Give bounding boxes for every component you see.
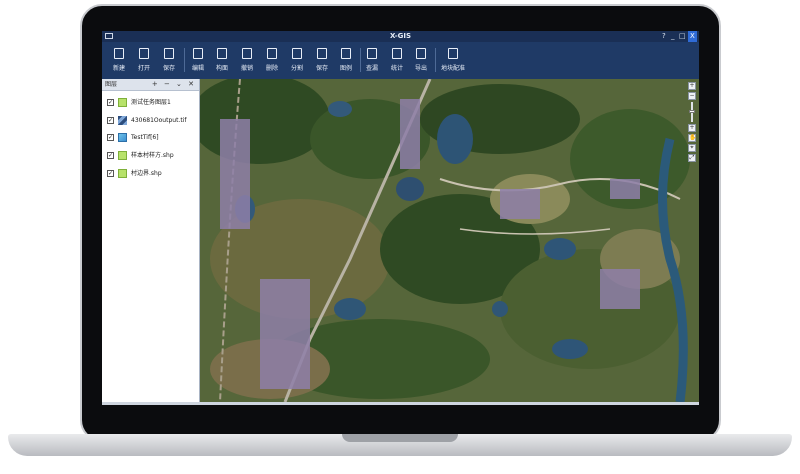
layer-panel-title: 图层 [105, 81, 118, 88]
save-edits-button[interactable]: 保存 [310, 42, 334, 78]
layer-checkbox[interactable]: ✓ [107, 152, 114, 159]
status-bar [102, 402, 699, 405]
select-tool-button[interactable]: ⌖ [688, 144, 696, 152]
zoom-in-button[interactable]: + [688, 82, 696, 90]
statistics-icon [392, 48, 402, 59]
title-bar: X-GIS ? _ □ X [102, 31, 699, 42]
trash-icon [267, 48, 277, 59]
polygon-icon [217, 48, 227, 59]
registration-button[interactable]: 地块配准 [438, 42, 468, 78]
minimize-button[interactable]: _ [671, 31, 675, 42]
layer-name: 样本村样方.shp [131, 152, 174, 159]
satellite-imagery [200, 79, 699, 402]
new-file-icon [114, 48, 124, 59]
zoom-slider-handle[interactable] [689, 110, 695, 113]
toolbar: 新建 打开 保存 编辑 构面 撤销 删除 分割 保存 图例 查漏 统计 导出 地… [102, 42, 699, 78]
legend-icon [341, 48, 351, 59]
layer-name: 测试任务图层1 [131, 99, 171, 106]
edit-button[interactable]: 编辑 [186, 42, 210, 78]
delete-button[interactable]: 删除 [260, 42, 284, 78]
toolbar-divider [435, 48, 436, 72]
layer-panel: 图层 + − ⌄ ✕ ✓ 测试任务图层1 ✓ 430681Ooutput.tif… [102, 79, 200, 402]
export-button[interactable]: 导出 [409, 42, 433, 78]
inspect-button[interactable]: 查漏 [360, 42, 384, 78]
polygon-layer-icon [118, 151, 127, 160]
inspect-icon [367, 48, 377, 59]
close-button[interactable]: X [688, 31, 697, 42]
layer-checkbox[interactable]: ✓ [107, 134, 114, 141]
new-button[interactable]: 新建 [107, 42, 131, 78]
folder-open-icon [139, 48, 149, 59]
map-canvas[interactable]: + − + ✋ ⌖ ⤢ [200, 79, 699, 402]
layer-checkbox[interactable]: ✓ [107, 117, 114, 124]
map-toolbar: + − + ✋ ⌖ ⤢ [688, 82, 696, 164]
tif-layer-icon [118, 133, 127, 142]
open-button[interactable]: 打开 [132, 42, 156, 78]
window-title: X-GIS [389, 32, 412, 40]
pan-tool-button[interactable]: ✋ [688, 134, 696, 142]
layer-name: 村边界.shp [131, 170, 162, 177]
save-icon [164, 48, 174, 59]
export-icon [416, 48, 426, 59]
laptop-notch [342, 434, 458, 442]
zoom-in-step-button[interactable]: + [688, 124, 696, 132]
layer-checkbox[interactable]: ✓ [107, 170, 114, 177]
undo-icon [242, 48, 252, 59]
edit-icon [193, 48, 203, 59]
save-icon [317, 48, 327, 59]
zoom-slider[interactable] [689, 102, 695, 122]
layer-panel-header: 图层 + − ⌄ ✕ [102, 79, 199, 91]
layer-name: 430681Ooutput.tif [131, 117, 187, 124]
polygon-layer-icon [118, 98, 127, 107]
layer-item[interactable]: ✓ TestTif[6] [107, 132, 197, 144]
layer-item[interactable]: ✓ 村边界.shp [107, 168, 197, 180]
split-button[interactable]: 分割 [285, 42, 309, 78]
polygon-button[interactable]: 构面 [210, 42, 234, 78]
polygon-layer-icon [118, 169, 127, 178]
layer-panel-buttons[interactable]: + − ⌄ ✕ [152, 79, 196, 90]
layer-item[interactable]: ✓ 样本村样方.shp [107, 150, 197, 162]
layer-checkbox[interactable]: ✓ [107, 99, 114, 106]
save-button[interactable]: 保存 [157, 42, 181, 78]
layer-item[interactable]: ✓ 测试任务图层1 [107, 97, 197, 109]
full-extent-button[interactable]: ⤢ [688, 154, 696, 162]
undo-button[interactable]: 撤销 [235, 42, 259, 78]
split-icon [292, 48, 302, 59]
registration-icon [448, 48, 458, 59]
statistics-button[interactable]: 统计 [385, 42, 409, 78]
legend-button[interactable]: 图例 [334, 42, 358, 78]
help-button[interactable]: ? [662, 31, 666, 42]
app-window: X-GIS ? _ □ X 新建 打开 保存 编辑 构面 撤销 删除 分割 保存… [102, 31, 699, 405]
raster-layer-icon [118, 116, 127, 125]
zoom-out-button[interactable]: − [688, 92, 696, 100]
toolbar-divider [184, 48, 185, 72]
layer-item[interactable]: ✓ 430681Ooutput.tif [107, 115, 197, 127]
layer-name: TestTif[6] [131, 134, 159, 141]
maximize-button[interactable]: □ [679, 31, 686, 42]
